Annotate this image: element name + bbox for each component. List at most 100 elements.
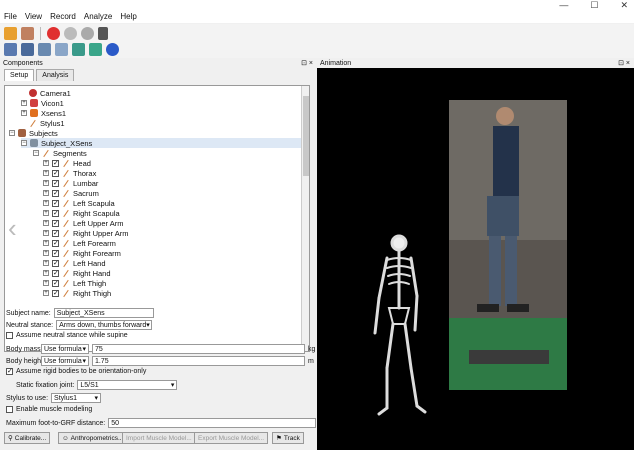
neutral-stance-select[interactable]: Arms down, thumbs forward ▾	[56, 320, 153, 330]
segment-checkbox[interactable]: ✓	[52, 179, 59, 187]
maximize-button[interactable]: ☐	[590, 0, 598, 11]
segment-checkbox[interactable]: ✓	[52, 269, 59, 277]
bone-icon	[63, 159, 69, 167]
segment-checkbox[interactable]: ✓	[52, 289, 59, 297]
body-mass-unit: kg	[308, 345, 316, 353]
segment-checkbox[interactable]: ✓	[52, 159, 59, 167]
segment-row[interactable]: + ✓ Right Hand	[43, 268, 111, 278]
panel-pin-icon[interactable]: ⊡ ×	[618, 59, 630, 67]
segment-row[interactable]: + ✓ Left Thigh	[43, 278, 106, 288]
segment-checkbox[interactable]: ✓	[52, 249, 59, 257]
disk-icon[interactable]	[38, 43, 51, 56]
collapse-icon[interactable]: −	[21, 140, 27, 146]
muscle-modeling-checkbox[interactable]	[6, 406, 13, 413]
save-icon[interactable]	[21, 43, 34, 56]
subject-name-input[interactable]: Subject_XSens	[53, 308, 154, 318]
tree-item-stylus1[interactable]: Stylus1	[29, 118, 65, 128]
menu-file[interactable]: File	[4, 12, 17, 23]
segment-row[interactable]: + ✓ Left Forearm	[43, 238, 116, 248]
tab-analysis[interactable]: Analysis	[36, 69, 75, 81]
scrollbar-thumb[interactable]	[303, 96, 309, 176]
grf-distance-label: Maximum foot-to-GRF distance:	[6, 419, 106, 427]
tree-item-xsens1[interactable]: + Xsens1	[21, 108, 66, 118]
segment-checkbox[interactable]: ✓	[52, 209, 59, 217]
segment-checkbox[interactable]: ✓	[52, 229, 59, 237]
segment-checkbox[interactable]: ✓	[52, 199, 59, 207]
segment-row[interactable]: + ✓ Left Scapula	[43, 198, 115, 208]
segment-row[interactable]: + ✓ Left Hand	[43, 258, 106, 268]
body-height-input[interactable]: 1.75	[92, 356, 305, 366]
stop-icon[interactable]	[64, 26, 77, 40]
new-project-icon[interactable]	[4, 26, 17, 40]
menu-record[interactable]: Record	[50, 12, 76, 23]
grf-distance-input[interactable]: 50	[108, 418, 317, 428]
segment-checkbox[interactable]: ✓	[52, 169, 59, 177]
body-mass-input[interactable]: 75	[92, 344, 305, 354]
graph-icon[interactable]	[72, 43, 85, 56]
segment-row[interactable]: + ✓ Lumbar	[43, 178, 98, 188]
bone-icon	[63, 189, 69, 197]
signal-icon[interactable]	[89, 43, 102, 56]
segment-checkbox[interactable]: ✓	[52, 279, 59, 287]
segment-checkbox[interactable]: ✓	[52, 189, 59, 197]
tab-setup[interactable]: Setup	[4, 69, 35, 81]
panel-pin-icon[interactable]: ⊡ ×	[301, 59, 313, 67]
import-muscle-model-button[interactable]: Import Muscle Model...	[122, 432, 196, 444]
tree-item-vicon1[interactable]: + Vicon1	[21, 98, 64, 108]
video-feed	[449, 100, 567, 390]
animation-viewport[interactable]	[317, 68, 634, 450]
tree-item-subject[interactable]: − Subject_XSens	[21, 138, 301, 148]
segment-checkbox[interactable]: ✓	[52, 259, 59, 267]
segment-checkbox[interactable]: ✓	[52, 219, 59, 227]
menu-help[interactable]: Help	[120, 12, 136, 23]
person-icon[interactable]	[21, 26, 34, 40]
expand-icon[interactable]: +	[21, 100, 27, 106]
body-mass-formula-select[interactable]: Use formula ▾	[41, 344, 89, 354]
menu-analyze[interactable]: Analyze	[84, 12, 112, 23]
record-icon[interactable]	[47, 26, 60, 40]
calibrate-icon: ⚲	[8, 435, 13, 442]
fixation-joint-select[interactable]: L5/S1 ▾	[77, 380, 178, 390]
segment-row[interactable]: + ✓ Left Upper Arm	[43, 218, 123, 228]
subjects-icon	[18, 129, 26, 137]
wrench-icon[interactable]	[98, 26, 108, 40]
camera-icon	[29, 89, 37, 97]
stylus-select[interactable]: Stylus1 ▾	[51, 393, 102, 403]
supine-label: Assume neutral stance while supine	[16, 332, 128, 339]
segment-row[interactable]: + ✓ Right Thigh	[43, 288, 111, 298]
subject-name-label: Subject name:	[6, 309, 51, 317]
minimize-button[interactable]: —	[559, 0, 568, 11]
supine-checkbox[interactable]	[6, 332, 13, 339]
segment-row[interactable]: + ✓ Right Upper Arm	[43, 228, 128, 238]
collapse-icon[interactable]: −	[9, 130, 15, 136]
segment-row[interactable]: + ✓ Right Scapula	[43, 208, 120, 218]
toolbar-secondary	[0, 41, 634, 59]
segment-row[interactable]: + ✓ Head	[43, 158, 91, 168]
bone-icon	[63, 249, 69, 257]
calibrate-button[interactable]: ⚲ Calibrate...	[4, 432, 51, 444]
track-icon: ⚑	[276, 435, 282, 442]
anthropometrics-button[interactable]: ☺ Anthropometrics...	[58, 432, 128, 444]
track-button[interactable]: ⚑ Track	[272, 432, 304, 444]
close-button[interactable]: ✕	[620, 0, 628, 11]
cancel-icon[interactable]	[81, 26, 94, 40]
collapse-icon[interactable]: −	[33, 150, 39, 156]
expand-icon[interactable]: +	[21, 110, 27, 116]
rigid-bodies-checkbox[interactable]: ✓	[6, 368, 13, 375]
segment-checkbox[interactable]: ✓	[52, 239, 59, 247]
body-height-formula-select[interactable]: Use formula ▾	[41, 356, 89, 366]
tree-scrollbar[interactable]	[301, 86, 309, 351]
help-icon[interactable]	[106, 43, 119, 56]
segment-row[interactable]: + ✓ Right Forearm	[43, 248, 121, 258]
chevron-left-icon[interactable]: ‹	[8, 213, 17, 244]
export-muscle-model-button[interactable]: Export Muscle Model...	[194, 432, 269, 444]
stylus-icon[interactable]	[55, 43, 68, 56]
tree-item-segments[interactable]: − Segments	[33, 148, 87, 158]
segment-row[interactable]: + ✓ Thorax	[43, 168, 96, 178]
stylus-label: Stylus to use:	[6, 394, 49, 402]
segment-row[interactable]: + ✓ Sacrum	[43, 188, 99, 198]
monitor-icon[interactable]	[4, 43, 17, 56]
menu-view[interactable]: View	[25, 12, 42, 23]
tree-item-camera1[interactable]: Camera1	[29, 88, 71, 98]
tree-item-subjects[interactable]: − Subjects	[9, 128, 58, 138]
